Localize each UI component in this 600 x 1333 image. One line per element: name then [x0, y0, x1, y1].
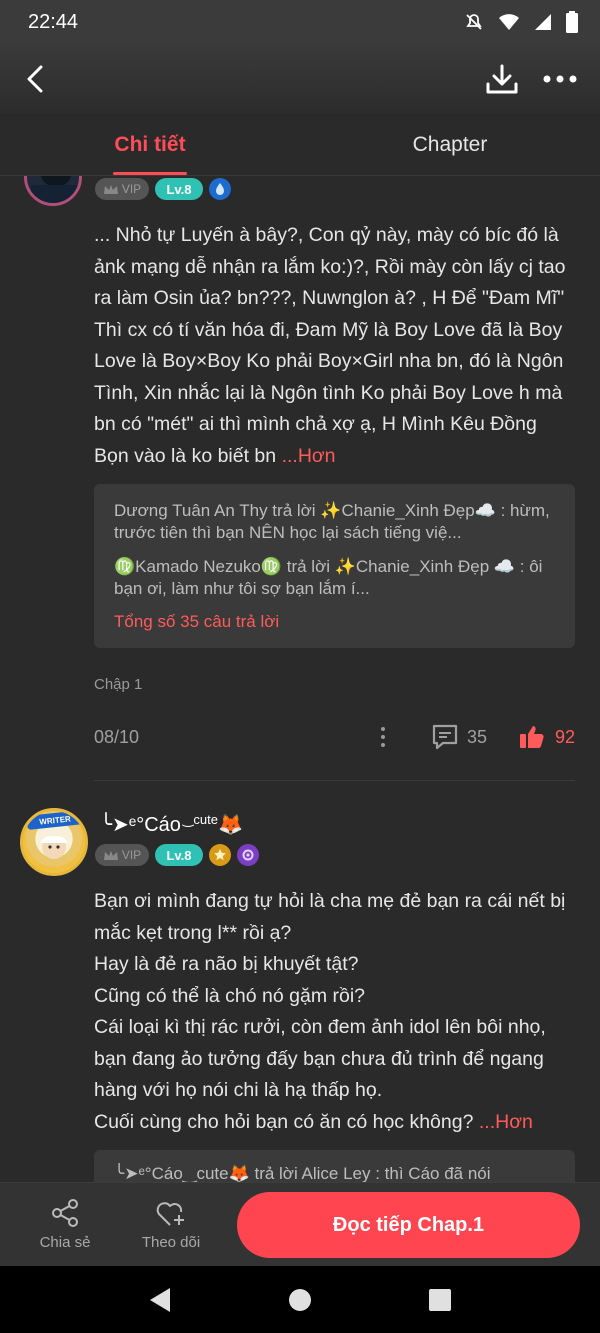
heart-plus-icon — [156, 1202, 184, 1226]
share-button[interactable]: Chia sẻ — [12, 1198, 118, 1251]
thumbs-up-icon — [519, 726, 544, 748]
comment-text: ... Nhỏ tự Luyến à bây?, Con qỷ này, mày… — [94, 224, 566, 467]
nav-home-icon[interactable] — [288, 1288, 312, 1312]
see-more-link[interactable]: ...Hơn — [479, 1111, 533, 1133]
nav-recents-icon[interactable] — [428, 1288, 452, 1312]
user-badges: VIP Lv.8 — [95, 844, 259, 866]
back-arrow-icon — [27, 65, 43, 93]
download-icon — [486, 64, 518, 94]
follow-button[interactable]: Theo dõi — [118, 1198, 224, 1251]
reply-preview[interactable]: Dương Tuân An Thy trả lời ✨Chanie_Xinh Đ… — [114, 500, 555, 544]
avatar[interactable]: WRITER — [20, 808, 88, 876]
status-time: 22:44 — [28, 10, 79, 33]
share-icon — [52, 1199, 78, 1227]
replies-box[interactable]: Dương Tuân An Thy trả lời ✨Chanie_Xinh Đ… — [94, 484, 575, 648]
continue-reading-button[interactable]: Đọc tiếp Chap.1 — [237, 1192, 580, 1258]
signal-icon — [535, 14, 551, 30]
crown-icon — [103, 184, 118, 194]
comment-divider — [94, 780, 575, 781]
chapter-tag: Chập 1 — [94, 676, 143, 693]
like-button[interactable]: 92 — [519, 724, 575, 750]
level-badge: Lv.8 — [155, 844, 203, 866]
wifi-icon — [499, 14, 519, 30]
username[interactable]: ╰➤ᵉ°Cáo ‿cute 🦊 — [100, 812, 243, 837]
reply-preview[interactable]: ╰➤ᵉ°Cáo‿cute🦊 trả lời Alice Ley : thì Cá… — [94, 1150, 575, 1182]
gold-medal-icon — [209, 844, 231, 866]
tab-bar: Chi tiết Chapter — [0, 114, 600, 176]
status-bar: 22:44 — [0, 0, 600, 44]
purple-medal-icon — [237, 844, 259, 866]
app-bar — [0, 44, 600, 114]
nav-back-icon[interactable] — [148, 1287, 172, 1313]
view-all-replies-link[interactable]: Tổng số 35 câu trả lời — [114, 612, 555, 632]
status-icons — [464, 11, 578, 33]
mute-icon — [466, 14, 482, 30]
tab-chapter[interactable]: Chapter — [300, 114, 600, 175]
vip-badge: VIP — [95, 178, 149, 200]
comment-meta: 08/10 35 92 — [94, 722, 575, 752]
bottom-action-bar: Chia sẻ Theo dõi Đọc tiếp Chap.1 — [0, 1182, 600, 1266]
comment-date: 08/10 — [94, 726, 140, 747]
vip-badge: VIP — [95, 844, 149, 866]
avatar[interactable] — [24, 176, 82, 206]
back-button[interactable] — [20, 64, 50, 94]
comment-text: Bạn ơi mình đang tự hỏi là cha mẹ đẻ bạn… — [94, 890, 566, 1133]
drop-medal-icon — [209, 178, 231, 200]
battery-icon — [566, 11, 578, 33]
user-badges: VIP Lv.8 — [95, 178, 231, 200]
comments-list[interactable]: VIP Lv.8 ... Nhỏ tự Luyến à bây?, Con qỷ… — [0, 176, 600, 1182]
crown-icon — [103, 850, 118, 860]
more-horizontal-icon — [543, 75, 577, 83]
comment-icon — [432, 724, 458, 750]
reply-count-button[interactable]: 35 — [431, 723, 487, 751]
see-more-link[interactable]: ...Hơn — [282, 445, 336, 467]
reply-preview[interactable]: ♍Kamado Nezuko♍ trả lời ✨Chanie_Xinh Đẹp… — [114, 556, 555, 600]
level-badge: Lv.8 — [155, 178, 203, 200]
download-button[interactable] — [482, 59, 522, 99]
system-nav-bar — [0, 1266, 600, 1333]
comment-options-icon[interactable] — [371, 722, 395, 752]
tab-details[interactable]: Chi tiết — [0, 114, 300, 175]
more-options-button[interactable] — [540, 59, 580, 99]
